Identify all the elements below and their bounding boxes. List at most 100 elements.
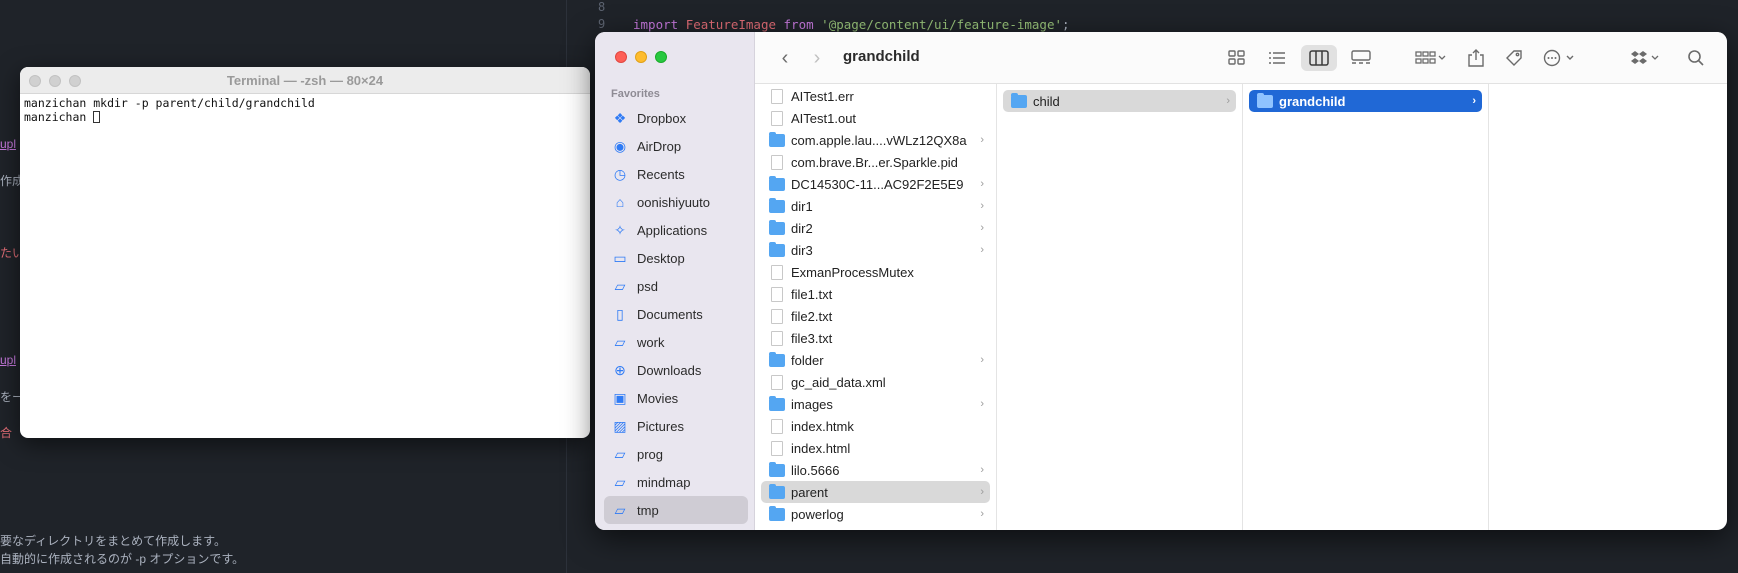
sidebar-item-psd[interactable]: ▱ psd xyxy=(604,272,748,300)
folder-row[interactable]: child › xyxy=(1003,90,1236,112)
sidebar-item-applications[interactable]: ✧ Applications xyxy=(604,216,748,244)
sidebar-item-work[interactable]: ▱ work xyxy=(604,328,748,356)
finder-toolbar: ‹ › grandchild xyxy=(755,32,1727,84)
file-row[interactable]: ExmanProcessMutex xyxy=(761,261,990,283)
file-row[interactable]: AITest1.out xyxy=(761,107,990,129)
dropbox-toolbar-button[interactable] xyxy=(1627,45,1663,71)
window-title: grandchild xyxy=(843,48,920,65)
movies-icon: ▣ xyxy=(613,389,627,406)
document-icon: ▯ xyxy=(616,305,624,322)
sidebar-item-label: Desktop xyxy=(637,250,685,266)
download-icon: ⊕ xyxy=(614,361,626,378)
file-row[interactable]: file1.txt xyxy=(761,283,990,305)
doc-text-line: 自動的に作成されるのが -p オプションです。 xyxy=(0,552,245,566)
column-tmp[interactable]: AITest1.err AITest1.out com.apple.lau....v… xyxy=(755,84,997,530)
sidebar-item-pictures[interactable]: ▨ Pictures xyxy=(604,412,748,440)
sidebar-item-mindmap[interactable]: ▱ mindmap xyxy=(604,468,748,496)
chevron-right-icon: › xyxy=(980,134,984,146)
sidebar-item-label: Documents xyxy=(637,306,703,322)
folder-icon xyxy=(769,197,785,213)
item-name: images xyxy=(791,396,833,412)
file-row[interactable]: file2.txt xyxy=(761,305,990,327)
chevron-right-icon: › xyxy=(980,354,984,366)
folder-row[interactable]: com.apple.lau....vWLz12QX8a › xyxy=(761,129,990,151)
icon-view-button[interactable] xyxy=(1221,45,1253,71)
document-icon xyxy=(771,440,783,456)
sidebar-item-recents[interactable]: ◷ Recents xyxy=(604,160,748,188)
minimize-button[interactable] xyxy=(635,51,647,63)
file-row[interactable]: com.brave.Br...er.Sparkle.pid xyxy=(761,151,990,173)
item-name: powerlog xyxy=(791,506,844,522)
from-keyword: from xyxy=(783,17,814,32)
folder-icon: ▱ xyxy=(614,333,626,350)
line-number: 9 xyxy=(598,17,606,31)
action-menu-button[interactable] xyxy=(1539,45,1579,71)
folder-row[interactable]: parent › xyxy=(761,481,990,503)
zoom-button[interactable] xyxy=(655,51,667,63)
file-row[interactable]: index.htmk xyxy=(761,415,990,437)
folder-icon xyxy=(769,483,785,499)
import-path: '@page/content/ui/feature-image' xyxy=(821,17,1062,32)
item-name: AITest1.err xyxy=(791,88,854,104)
sidebar-item-tmp[interactable]: ▱ tmp xyxy=(604,496,748,524)
file-row[interactable]: gc_aid_data.xml xyxy=(761,371,990,393)
folder-row[interactable]: dir2 › xyxy=(761,217,990,239)
file-row[interactable]: file3.txt xyxy=(761,327,990,349)
sidebar-list: ❖ Dropbox ◉ AirDrop ◷ Recents ⌂ oonishiyuuto ✧ Ap… xyxy=(604,104,748,524)
sidebar-item-airdrop[interactable]: ◉ AirDrop xyxy=(604,132,748,160)
folder-row[interactable]: dir1 › xyxy=(761,195,990,217)
search-icon xyxy=(1688,50,1704,66)
sidebar-item-dropbox[interactable]: ❖ Dropbox xyxy=(604,104,748,132)
clock-icon: ◷ xyxy=(613,165,627,182)
gallery-view-button[interactable] xyxy=(1345,45,1377,71)
share-button[interactable] xyxy=(1463,45,1489,71)
sidebar-item-desktop[interactable]: ▭ Desktop xyxy=(604,244,748,272)
folder-icon xyxy=(769,351,785,367)
folder-icon xyxy=(769,395,785,411)
sidebar-item-label: prog xyxy=(637,446,664,462)
sidebar-item-oonishiyuuto[interactable]: ⌂ oonishiyuuto xyxy=(604,188,748,216)
item-name: parent xyxy=(791,484,828,500)
folder-row[interactable]: lilo.5666 › xyxy=(761,459,990,481)
column-view-button[interactable] xyxy=(1301,45,1337,71)
folder-icon xyxy=(1011,92,1027,108)
airdrop-icon: ◉ xyxy=(613,137,627,154)
column-grandchild[interactable] xyxy=(1489,84,1727,530)
column-child[interactable]: grandchild › xyxy=(1243,84,1489,530)
sidebar-item-downloads[interactable]: ⊕ Downloads xyxy=(604,356,748,384)
folder-row[interactable]: folder › xyxy=(761,349,990,371)
sidebar-item-movies[interactable]: ▣ Movies xyxy=(604,384,748,412)
terminal-window[interactable]: Terminal — -zsh — 80×24 manzichan mkdir … xyxy=(20,67,590,438)
doc-text-line: 要なディレクトリをまとめて作成します。 xyxy=(0,534,226,548)
folder-row[interactable]: powerlog › xyxy=(761,503,990,525)
back-button[interactable]: ‹ xyxy=(775,45,795,71)
code-line-import: import FeatureImage from '@page/content/… xyxy=(633,17,1070,32)
item-name: file2.txt xyxy=(791,308,833,324)
sidebar-item-prog[interactable]: ▱ prog xyxy=(604,440,748,468)
folder-row[interactable]: DC14530C-11...AC92F2E5E9 › xyxy=(761,173,990,195)
search-button[interactable] xyxy=(1683,45,1709,71)
finder-window[interactable]: Favorites ❖ Dropbox ◉ AirDrop ◷ Recents ⌂ oonis… xyxy=(595,32,1727,530)
sidebar-item-documents[interactable]: ▯ Documents xyxy=(604,300,748,328)
file-row[interactable]: AITest1.err xyxy=(761,85,990,107)
item-name: dir2 xyxy=(791,220,813,236)
chevron-right-icon: › xyxy=(980,222,984,234)
terminal-output[interactable]: manzichan mkdir -p parent/child/grandchi… xyxy=(20,94,590,126)
item-name: file3.txt xyxy=(791,330,833,346)
folder-icon: ▱ xyxy=(614,473,626,490)
folder-row[interactable]: grandchild › xyxy=(1249,90,1482,112)
file-row[interactable]: index.html xyxy=(761,437,990,459)
forward-button[interactable]: › xyxy=(807,45,827,71)
close-button[interactable] xyxy=(615,51,627,63)
document-icon xyxy=(771,374,783,390)
column-parent[interactable]: child › xyxy=(997,84,1243,530)
folder-row[interactable]: dir3 › xyxy=(761,239,990,261)
item-name: child xyxy=(1033,93,1060,109)
sidebar-item-label: Recents xyxy=(637,166,685,182)
group-by-button[interactable] xyxy=(1411,45,1451,71)
list-view-button[interactable] xyxy=(1261,45,1293,71)
terminal-titlebar[interactable]: Terminal — -zsh — 80×24 xyxy=(20,67,590,94)
folder-row[interactable]: images › xyxy=(761,393,990,415)
folder-icon xyxy=(769,131,785,147)
tag-button[interactable] xyxy=(1501,45,1527,71)
